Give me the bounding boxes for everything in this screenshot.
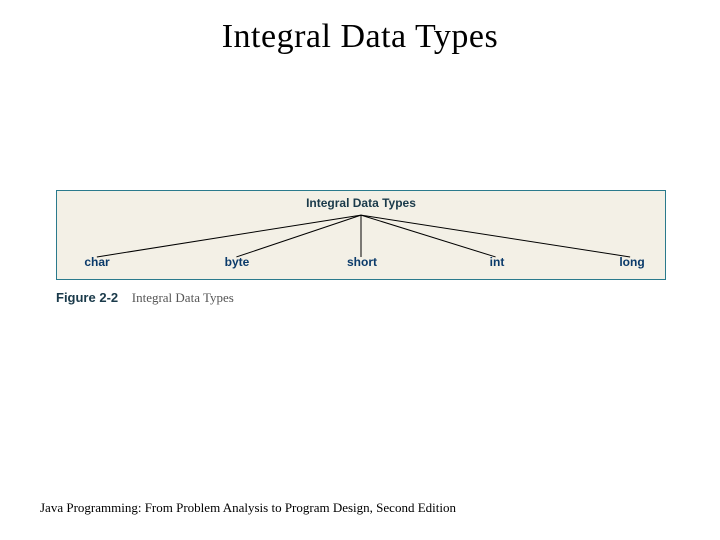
slide: Integral Data Types Integral Data Types … (0, 0, 720, 540)
figure-box: Integral Data Types char byte short int … (56, 190, 666, 280)
leaf-long: long (619, 255, 644, 269)
leaf-short: short (347, 255, 377, 269)
leaf-row: char byte short int long (57, 255, 665, 271)
figure-caption-text: Integral Data Types (132, 290, 234, 305)
leaf-byte: byte (225, 255, 250, 269)
figure-header: Integral Data Types (57, 196, 665, 210)
figure-number: Figure 2-2 (56, 290, 118, 305)
figure-caption: Figure 2-2 Integral Data Types (56, 290, 234, 306)
leaf-int: int (490, 255, 505, 269)
slide-footer: Java Programming: From Problem Analysis … (40, 500, 456, 516)
page-title: Integral Data Types (0, 18, 720, 56)
leaf-char: char (84, 255, 109, 269)
